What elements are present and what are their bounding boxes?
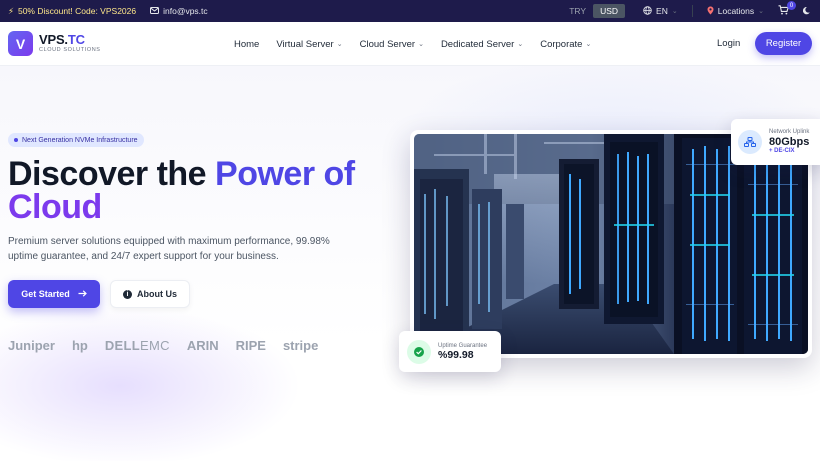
logo-arin: ARIN: [186, 338, 219, 353]
locations-selector[interactable]: Locations ⌄: [701, 6, 770, 17]
globe-icon: [643, 5, 652, 17]
cart-button[interactable]: 0: [770, 1, 797, 17]
background-glow: [0, 306, 300, 461]
partner-logos: Juniper hp DELLEMC ARIN RIPE stripe: [8, 338, 318, 353]
chevron-down-icon: ⌄: [517, 41, 524, 48]
logo-mark: V: [8, 31, 33, 56]
logo-wordmark: VPS.TC: [39, 32, 85, 48]
logo-ripe: RIPE: [235, 338, 266, 353]
chevron-down-icon: ⌄: [758, 8, 764, 15]
network-icon: [738, 130, 762, 154]
nav-item-cloud-server[interactable]: Cloud Server ⌄: [360, 39, 424, 50]
login-link[interactable]: Login: [717, 38, 740, 49]
nav-item-dedicated-server[interactable]: Dedicated Server ⌄: [441, 39, 523, 50]
logo[interactable]: V VPS.TC CLOUD SOLUTIONS: [8, 31, 101, 56]
lightning-icon: ⚡: [8, 5, 14, 16]
datacenter-image: [414, 134, 808, 354]
currency-usd[interactable]: USD: [593, 4, 626, 18]
uptime-value: %99.98: [438, 348, 474, 361]
logo-stripe: stripe: [282, 338, 319, 353]
cart-count-badge: 0: [787, 1, 796, 10]
uplink-label: Network Uplink: [769, 128, 810, 135]
locations-label: Locations: [717, 6, 755, 16]
get-started-button[interactable]: Get Started: [8, 280, 100, 308]
logo-dell-emc: DELLEMC: [104, 338, 170, 353]
arrow-right-icon: [78, 289, 87, 299]
language-selector[interactable]: EN ⌄: [637, 5, 684, 17]
main-header: V VPS.TC CLOUD SOLUTIONS Home Virtual Se…: [0, 22, 820, 66]
moon-icon[interactable]: [797, 6, 812, 17]
nav-item-corporate[interactable]: Corporate ⌄: [540, 39, 591, 50]
network-uplink-card: Network Uplink 80Gbps + DE-CIX: [731, 119, 820, 165]
nav-item-home[interactable]: Home: [234, 39, 259, 50]
chevron-down-icon: ⌄: [336, 41, 343, 48]
info-icon: i: [123, 289, 132, 299]
logo-tagline: CLOUD SOLUTIONS: [39, 47, 101, 54]
dot-icon: [14, 138, 18, 142]
logo-juniper: Juniper: [8, 338, 55, 353]
about-us-button[interactable]: i About Us: [110, 280, 190, 308]
envelope-icon: [150, 6, 160, 16]
currency-try[interactable]: TRY: [562, 6, 593, 16]
logo-hp: hp: [71, 338, 88, 353]
uptime-guarantee-card: Uptime Guarantee %99.98: [399, 331, 501, 372]
nav-item-virtual-server[interactable]: Virtual Server ⌄: [276, 39, 342, 50]
map-pin-icon: [707, 6, 714, 17]
chevron-down-icon: ⌄: [585, 41, 592, 48]
uplink-value: 80Gbps: [769, 135, 810, 148]
promo-banner[interactable]: ⚡ 50% Discount! Code: VPS2026: [8, 6, 136, 17]
hero-headline: Discover the Power of Cloud: [8, 155, 355, 226]
chevron-down-icon: ⌄: [671, 8, 678, 15]
feature-badge: Next Generation NVMe Infrastructure: [8, 133, 144, 147]
main-nav: Home Virtual Server ⌄ Cloud Server ⌄ Dedic…: [234, 22, 591, 66]
divider: [691, 5, 693, 17]
hero-description: Premium server solutions equipped with m…: [8, 236, 330, 262]
top-bar: ⚡ 50% Discount! Code: VPS2026 info@vps.t…: [0, 0, 820, 22]
uptime-label: Uptime Guarantee: [438, 342, 488, 349]
uplink-sub: + DE-CIX: [769, 148, 795, 155]
check-icon: [407, 339, 431, 364]
chevron-down-icon: ⌄: [418, 41, 424, 48]
promo-text: 50% Discount! Code: VPS2026: [17, 6, 137, 16]
email-link[interactable]: info@vps.tc: [150, 6, 208, 16]
hero-section: Next Generation NVMe Infrastructure Disc…: [0, 66, 820, 461]
email-text: info@vps.tc: [163, 6, 208, 16]
language-label: EN: [656, 6, 668, 16]
register-button[interactable]: Register: [755, 32, 812, 55]
